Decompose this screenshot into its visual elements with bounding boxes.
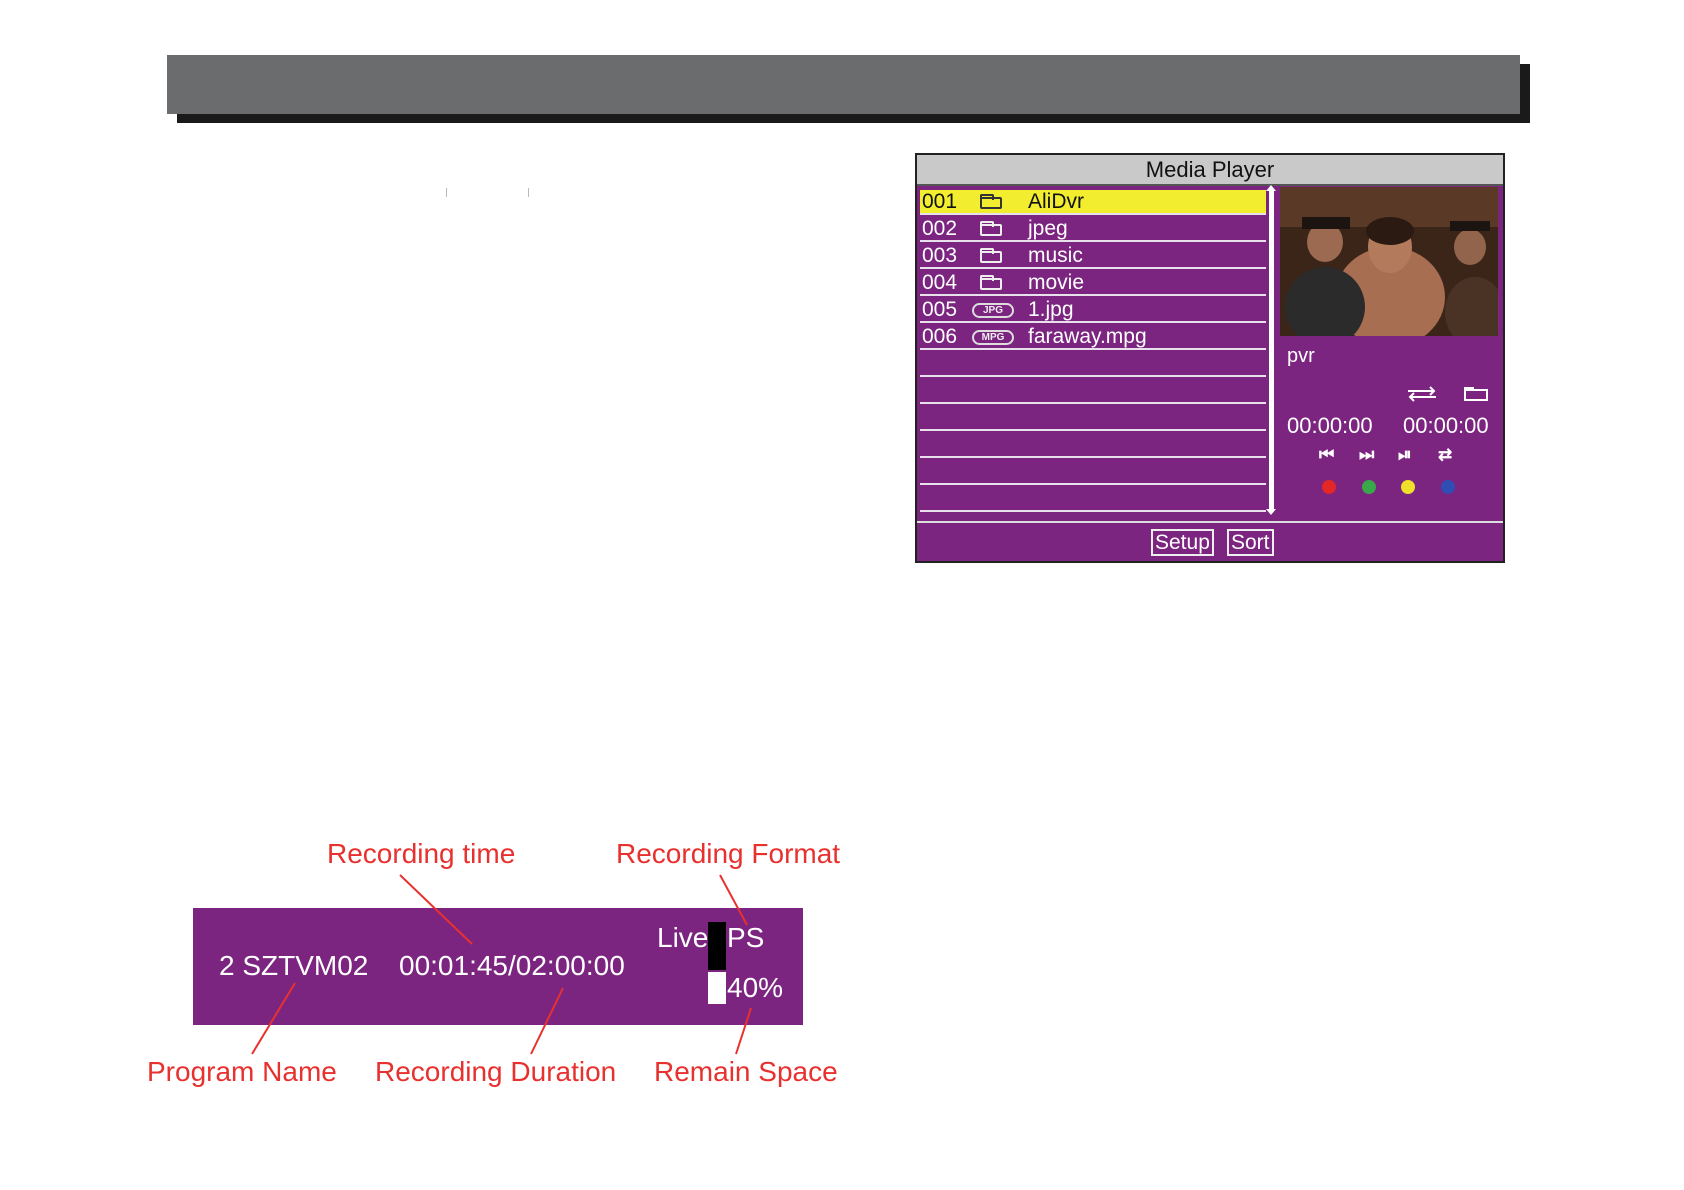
annotation-leader-lines — [251, 874, 752, 1055]
leader-line — [399, 874, 473, 945]
leader-line — [735, 1007, 752, 1055]
leader-line — [251, 982, 296, 1055]
leader-line — [530, 987, 564, 1055]
leader-line — [719, 874, 748, 926]
